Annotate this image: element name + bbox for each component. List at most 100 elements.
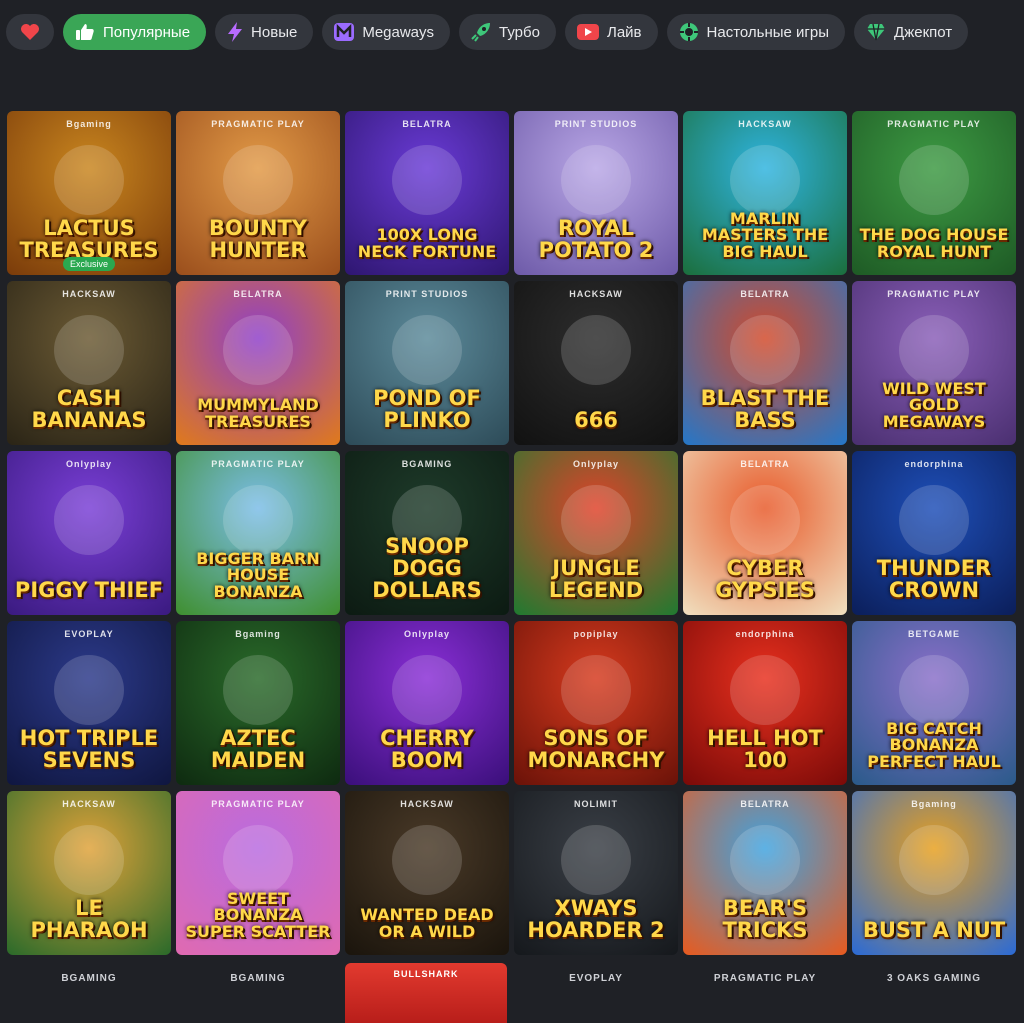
provider-logo: Onlyplay (403, 629, 450, 639)
game-tile[interactable]: PRAGMATIC PLAY The Dog House Royal Hunt (852, 111, 1016, 275)
filter-chip-favorites[interactable] (6, 14, 54, 50)
game-tile[interactable]: NOLIMIT xWays Hoarder 2 (514, 791, 678, 955)
game-title: Wild West Gold Megaways (882, 378, 986, 432)
game-tile[interactable]: HACKSAW 666 (514, 281, 678, 445)
filter-chip-label: Настольные игры (706, 23, 830, 41)
provider-logo: Bgaming (66, 119, 112, 129)
game-title: Hot Triple Sevens (19, 725, 159, 772)
game-artwork (730, 314, 800, 385)
filter-chip-label: Джекпот (894, 23, 953, 41)
lightning-icon (227, 22, 243, 42)
game-tile[interactable]: Onlyplay Piggy Thief (7, 451, 171, 615)
game-artwork (899, 824, 969, 895)
game-tile[interactable]: HACKSAW Cash Bananas (7, 281, 171, 445)
provider-logo: HACKSAW (738, 119, 792, 129)
provider-logo: PRAGMATIC PLAY (887, 119, 981, 129)
game-tile[interactable]: BETGAME Big Catch Bonanza Perfect Haul (852, 621, 1016, 785)
game-tile[interactable]: Bgaming Lactus Treasures Exclusive (7, 111, 171, 275)
game-tile[interactable]: BELATRA Cyber Gypsies (683, 451, 847, 615)
filter-chip-4[interactable]: Турбо (459, 14, 556, 50)
game-tile[interactable]: HACKSAW Le Pharaoh (7, 791, 171, 955)
game-title: Big Catch Bonanza Perfect Haul (867, 718, 1001, 772)
game-tile[interactable]: BGAMING Snoop Dogg Dollars (345, 451, 509, 615)
game-tile[interactable]: PRAGMATIC PLAY Bigger Barn House Bonanza (176, 451, 340, 615)
game-artwork (561, 484, 631, 555)
provider-logo: HACKSAW (569, 289, 623, 299)
game-title: Blast the Bass (700, 385, 830, 432)
filter-chip-label: Турбо (499, 23, 540, 41)
category-filter-bar: Популярные Новые Megaways Турбо Лайв Настольн… (6, 14, 1018, 50)
filter-chip-2[interactable]: Новые (215, 14, 314, 50)
provider-logo: PRINT STUDIOS (385, 289, 469, 299)
filter-chip-5[interactable]: Лайв (564, 14, 658, 50)
filter-chip-label: Megaways (362, 23, 435, 41)
game-tile[interactable]: Onlyplay Cherry Boom (345, 621, 509, 785)
game-tile-partial[interactable]: BULLSHARK (345, 963, 507, 1023)
game-tile[interactable]: BELATRA Mummyland Treasures (176, 281, 340, 445)
game-tile[interactable]: Bgaming Aztec Maiden (176, 621, 340, 785)
game-tile[interactable]: endorphina Hell Hot 100 (683, 621, 847, 785)
provider-logo: BELATRA (740, 289, 790, 299)
game-tile[interactable]: PRINT STUDIOS Royal Potato 2 (514, 111, 678, 275)
provider-logo: BELATRA (740, 799, 790, 809)
game-tile[interactable]: PRINT STUDIOS Pond of Plinko (345, 281, 509, 445)
game-artwork (223, 484, 293, 555)
game-title: Piggy Thief (14, 577, 164, 602)
game-tile[interactable]: HACKSAW Marlin Masters The Big Haul (683, 111, 847, 275)
filter-chip-7[interactable]: Джекпот (854, 14, 969, 50)
game-tile[interactable]: PRAGMATIC PLAY Bounty Hunter (176, 111, 340, 275)
game-artwork (223, 824, 293, 895)
game-tile[interactable]: Bgaming Bust a Nut (852, 791, 1016, 955)
provider-logo: EVOPLAY (569, 973, 623, 984)
provider-logo: PRAGMATIC PLAY (211, 799, 305, 809)
provider-logo: PRAGMATIC PLAY (887, 289, 981, 299)
provider-logo: BELATRA (233, 289, 283, 299)
game-tile[interactable]: HACKSAW Wanted Dead or a Wild (345, 791, 509, 955)
game-title: 666 (574, 407, 618, 432)
provider-logo: BGAMING (401, 459, 453, 469)
game-artwork (392, 824, 462, 895)
game-artwork (730, 484, 800, 555)
game-artwork (54, 144, 124, 215)
game-artwork (54, 824, 124, 895)
chip-icon (679, 22, 699, 42)
game-tile[interactable]: Onlyplay Jungle Legend (514, 451, 678, 615)
game-tile[interactable]: endorphina Thunder Crown (852, 451, 1016, 615)
filter-chip-3[interactable]: Megaways (322, 14, 451, 50)
games-grid: Bgaming Lactus Treasures Exclusive PRAGMATI… (7, 111, 1016, 955)
exclusive-badge: Exclusive (62, 257, 116, 271)
provider-logo: PRAGMATIC PLAY (713, 973, 817, 984)
game-artwork (561, 654, 631, 725)
provider-logo: BELATRA (740, 459, 790, 469)
game-title: Jungle Legend (548, 555, 644, 602)
filter-chip-6[interactable]: Настольные игры (666, 14, 846, 50)
provider-logo: BETGAME (908, 629, 960, 639)
game-title: Hell Hot 100 (707, 725, 823, 772)
game-artwork (561, 144, 631, 215)
filter-chip-1[interactable]: Популярные (63, 14, 207, 50)
game-tile[interactable]: BELATRA Blast the Bass (683, 281, 847, 445)
game-tile[interactable]: EVOPLAY Hot Triple Sevens (7, 621, 171, 785)
filter-chip-label: Новые (251, 23, 298, 41)
provider-logo: PRAGMATIC PLAY (211, 119, 305, 129)
game-tile[interactable]: popiplay Sons of Monarchy (514, 621, 678, 785)
game-title: Pond of Plinko (373, 385, 481, 432)
game-artwork (392, 144, 462, 215)
game-artwork (730, 654, 800, 725)
rocket-icon (471, 22, 491, 42)
game-title: Royal Potato 2 (538, 215, 654, 262)
provider-logo: endorphina (904, 459, 964, 469)
provider-logo: HACKSAW (400, 799, 454, 809)
game-title: 100x Long Neck Fortune (357, 225, 497, 262)
game-tile[interactable]: BELATRA Bear's Tricks (683, 791, 847, 955)
game-title: Bigger Barn House Bonanza (196, 548, 320, 602)
game-title: Marlin Masters The Big Haul (701, 208, 829, 262)
provider-logo: Onlyplay (65, 459, 112, 469)
game-title: Le Pharaoh (30, 895, 148, 942)
game-artwork (392, 654, 462, 725)
game-title: Mummyland Treasures (197, 395, 319, 432)
game-artwork (54, 654, 124, 725)
game-tile[interactable]: PRAGMATIC PLAY Sweet Bonanza Super Scatte… (176, 791, 340, 955)
game-tile[interactable]: BELATRA 100x Long Neck Fortune (345, 111, 509, 275)
game-tile[interactable]: PRAGMATIC PLAY Wild West Gold Megaways (852, 281, 1016, 445)
